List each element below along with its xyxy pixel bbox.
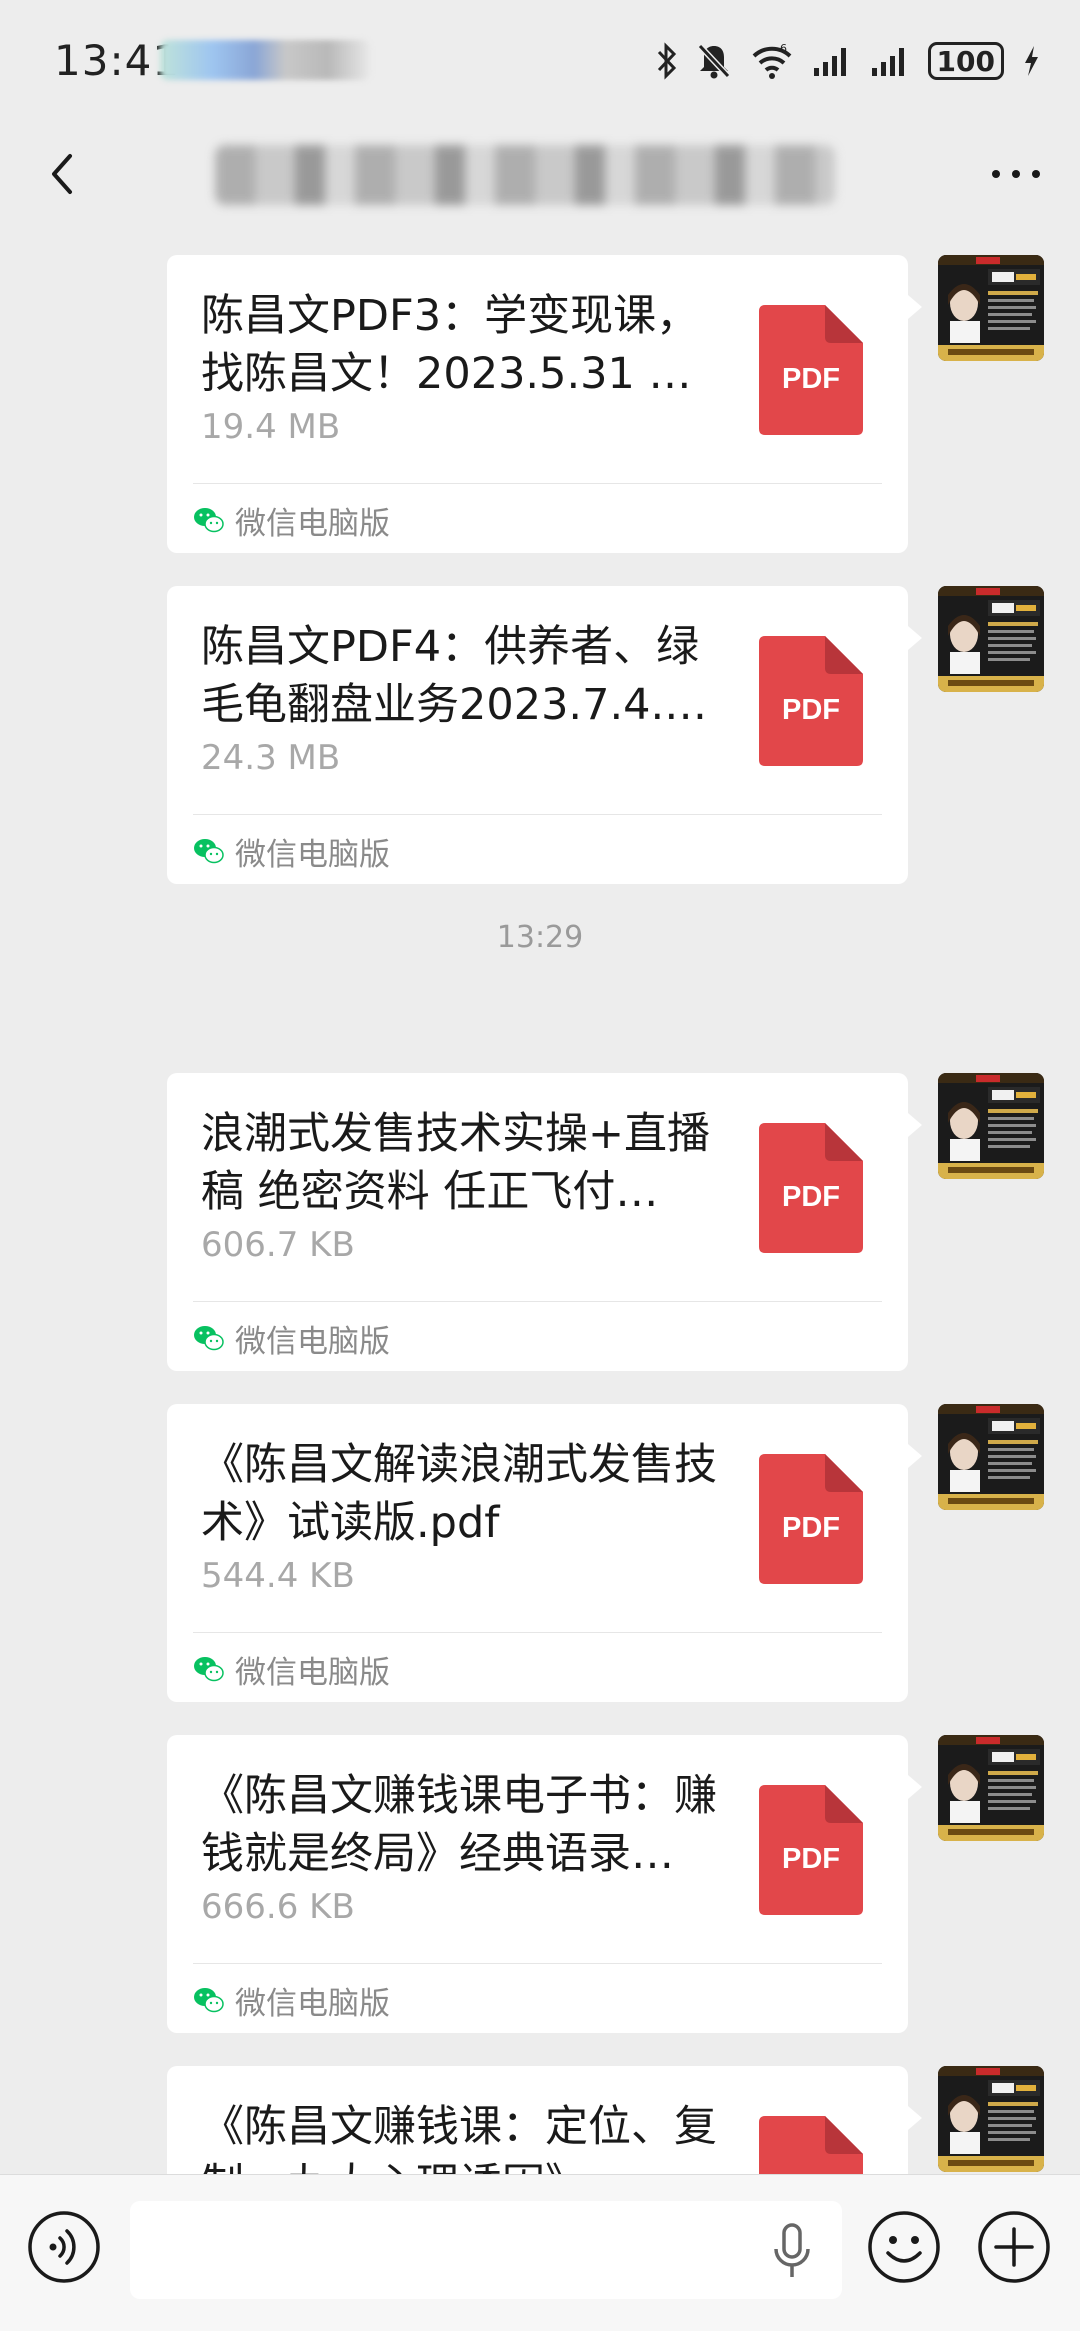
avatar[interactable]	[938, 586, 1044, 692]
wechat-icon	[194, 1326, 224, 1351]
chevron-left-icon	[52, 154, 72, 194]
file-name: 陈昌文PDF3：学变现课，找陈昌文！2023.5.31 …	[201, 291, 700, 399]
divider	[193, 1301, 882, 1302]
source-text: 微信电脑版	[235, 1654, 390, 1691]
source-text: 微信电脑版	[235, 1323, 390, 1360]
wechat-icon	[194, 508, 224, 533]
file-card[interactable]: 陈昌文PDF3：学变现课，找陈昌文！2023.5.31 … 19.4 MB PDF 微…	[167, 255, 908, 553]
bluetooth-icon	[656, 42, 678, 80]
signal-icon	[870, 44, 910, 78]
plus-icon	[978, 2211, 1050, 2283]
pdf-file-icon: PDF	[759, 1785, 863, 1915]
source-label: 微信电脑版	[193, 487, 390, 553]
file-name: 《陈昌文赚钱课电子书：赚钱就是终局》经典语录…	[201, 1771, 717, 1879]
bubble-tail	[908, 1444, 922, 1468]
charging-icon	[1022, 44, 1040, 78]
source-text: 微信电脑版	[235, 1985, 390, 2022]
chat-area[interactable]: 陈昌文PDF3：学变现课，找陈昌文！2023.5.31 … 19.4 MB PDF 微…	[0, 230, 1080, 2174]
divider	[193, 814, 882, 815]
avatar[interactable]	[938, 1735, 1044, 1841]
pdf-file-icon: PDF	[759, 1454, 863, 1584]
chat-header	[0, 120, 1080, 230]
input-bar	[0, 2174, 1080, 2331]
bubble-tail	[908, 626, 922, 650]
emoji-button[interactable]	[866, 2209, 942, 2285]
back-button[interactable]	[34, 144, 94, 204]
pdf-file-icon: PDF	[759, 2116, 863, 2174]
avatar[interactable]	[938, 1073, 1044, 1179]
bubble-tail	[908, 1113, 922, 1137]
file-size: 606.7 KB	[201, 1225, 355, 1265]
bubble-tail	[908, 295, 922, 319]
bubble-tail	[908, 2106, 922, 2130]
wechat-icon	[194, 1657, 224, 1682]
source-label: 微信电脑版	[193, 1305, 390, 1371]
file-size: 24.3 MB	[201, 738, 341, 778]
file-card[interactable]: 《陈昌文赚钱课：定位、复制、九大心理诱因》 PDF	[167, 2066, 908, 2174]
file-name: 《陈昌文解读浪潮式发售技术》试读版.pdf	[201, 1440, 717, 1548]
battery-icon: 100	[927, 42, 1004, 80]
file-name: 《陈昌文赚钱课：定位、复制、九大心理诱因》	[201, 2102, 717, 2174]
source-label: 微信电脑版	[193, 1967, 390, 2033]
pdf-label: PDF	[782, 694, 840, 726]
file-size: 544.4 KB	[201, 1556, 355, 1596]
status-icons: 6 100	[656, 38, 1040, 84]
svg-text:6: 6	[780, 42, 787, 55]
file-card[interactable]: 《陈昌文赚钱课电子书：赚钱就是终局》经典语录… 666.6 KB PDF 微信电脑版	[167, 1735, 908, 2033]
file-size: 666.6 KB	[201, 1887, 355, 1927]
source-label: 微信电脑版	[193, 1636, 390, 1702]
wechat-icon	[194, 1988, 224, 2013]
time-divider: 13:29	[496, 920, 584, 955]
file-card[interactable]: 《陈昌文解读浪潮式发售技术》试读版.pdf 544.4 KB PDF 微信电脑版	[167, 1404, 908, 1702]
voice-icon	[28, 2211, 100, 2283]
divider	[193, 1632, 882, 1633]
status-bar: 13:41 6 100	[0, 0, 1080, 120]
pdf-label: PDF	[782, 1181, 840, 1213]
battery-level: 100	[936, 44, 995, 78]
status-notification-icons-blurred	[160, 40, 370, 80]
pdf-label: PDF	[782, 1512, 840, 1544]
file-name: 浪潮式发售技术实操+直播稿 绝密资料 任正飞付…	[201, 1109, 711, 1217]
divider	[193, 483, 882, 484]
file-card[interactable]: 浪潮式发售技术实操+直播稿 绝密资料 任正飞付… 606.7 KB PDF 微信电脑版	[167, 1073, 908, 1371]
pdf-label: PDF	[782, 363, 840, 395]
source-label: 微信电脑版	[193, 818, 390, 884]
source-text: 微信电脑版	[235, 836, 390, 873]
avatar[interactable]	[938, 1404, 1044, 1510]
signal-icon	[812, 44, 852, 78]
pdf-file-icon: PDF	[759, 305, 863, 435]
source-text: 微信电脑版	[235, 505, 390, 542]
emoji-icon	[868, 2211, 940, 2283]
pdf-label: PDF	[782, 1843, 840, 1875]
divider	[193, 1963, 882, 1964]
mic-icon[interactable]	[768, 2221, 816, 2281]
more-button[interactable]	[986, 154, 1046, 194]
voice-button[interactable]	[26, 2209, 102, 2285]
file-size: 19.4 MB	[201, 407, 341, 447]
mute-icon	[696, 42, 732, 80]
more-icon	[992, 170, 1040, 178]
chat-title-blurred	[215, 145, 835, 205]
bubble-tail	[908, 1775, 922, 1799]
pdf-file-icon: PDF	[759, 636, 863, 766]
plus-button[interactable]	[976, 2209, 1052, 2285]
message-input[interactable]	[130, 2201, 842, 2299]
wechat-icon	[194, 839, 224, 864]
pdf-file-icon: PDF	[759, 1123, 863, 1253]
avatar[interactable]	[938, 2066, 1044, 2172]
file-card[interactable]: 陈昌文PDF4：供养者、绿毛龟翻盘业务2023.7.4.pdf 24.3 MB PD…	[167, 586, 908, 884]
avatar[interactable]	[938, 255, 1044, 361]
file-name: 陈昌文PDF4：供养者、绿毛龟翻盘业务2023.7.4.pdf	[201, 622, 719, 730]
wifi-icon: 6	[750, 42, 794, 80]
